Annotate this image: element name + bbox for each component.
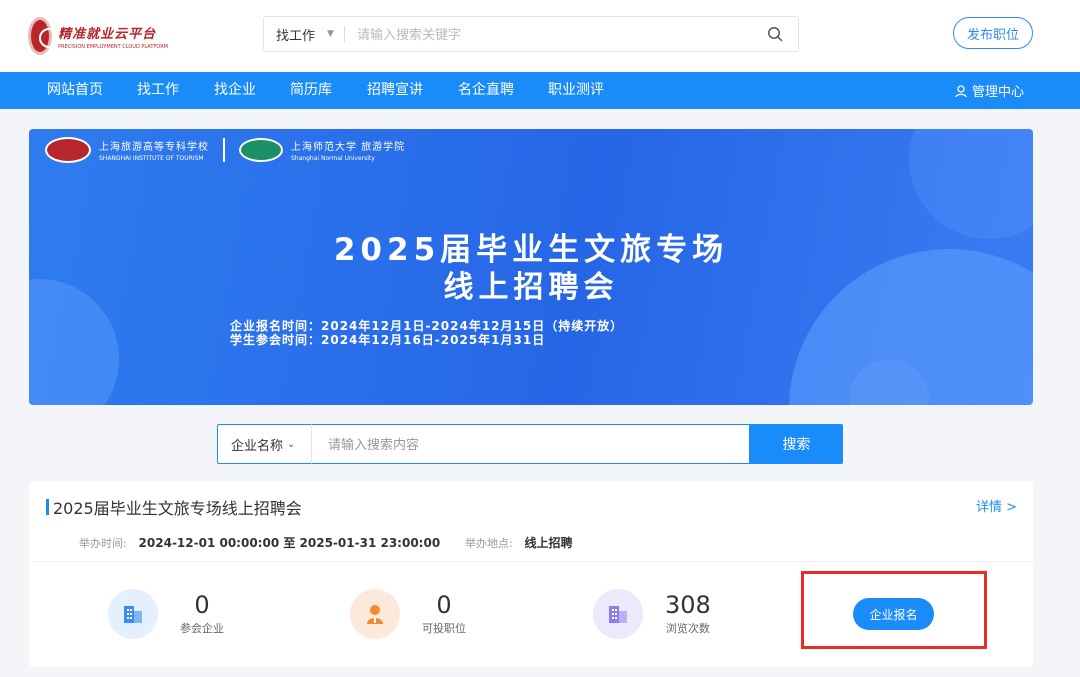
site-logo[interactable]: 精准就业云平台 PRECISION EMPLOYMENT CLOUD PLATF…	[28, 14, 168, 58]
school2-en-name: Shanghai Normal University	[291, 155, 375, 162]
company-search-button[interactable]: 搜索	[750, 424, 843, 464]
caret-down-icon: ▼	[327, 29, 334, 39]
admin-center-label: 管理中心	[971, 85, 1024, 100]
logo-seal-icon	[28, 17, 60, 55]
banner-school-logos: 上海旅游高等专科学校 SHANGHAI INSTITUTE OF TOURISM…	[45, 137, 405, 163]
fair-detail-link[interactable]: 详情 >	[976, 496, 1017, 515]
school1-en-name: SHANGHAI INSTITUTE OF TOURISM	[99, 155, 204, 162]
nav-item-famous-companies[interactable]: 名企直聘	[458, 72, 514, 109]
banner-title-line2: 线上招聘会	[443, 270, 619, 305]
fair-place-label: 举办地点:	[465, 537, 513, 550]
divider	[29, 561, 1033, 562]
nav-item-resume-library[interactable]: 简历库	[290, 72, 332, 109]
school2-seal-icon	[239, 138, 283, 162]
school2-name: 上海师范大学 旅游学院	[291, 142, 406, 153]
stat-positions: 0 可投职位	[350, 589, 466, 639]
stat-companies: 0 参会企业	[108, 589, 224, 639]
school1-name: 上海旅游高等专科学校	[99, 142, 209, 153]
fair-time: 举办时间: 2024-12-01 00:00:00 至 2025-01-31 2…	[79, 534, 440, 551]
stat-views-value: 308	[665, 591, 711, 619]
search-field-select[interactable]: 企业名称 ⌄	[217, 424, 311, 464]
search-button[interactable]	[752, 17, 798, 51]
header-search-input[interactable]	[345, 26, 752, 42]
job-fair-card: 2025届毕业生文旅专场线上招聘会 详情 > 举办时间: 2024-12-01 …	[29, 481, 1033, 667]
fair-time-value: 2024-12-01 00:00:00 至 2025-01-31 23:00:0…	[138, 536, 441, 550]
logo-title: 精准就业云平台	[58, 26, 157, 42]
stat-companies-label: 参会企业	[180, 622, 224, 635]
school1-seal-icon	[45, 137, 91, 163]
building-icon	[593, 589, 643, 639]
banner-dates: 企业报名时间：2024年12月1日-2024年12月15日（持续开放） 学生参会…	[230, 319, 623, 347]
banner-date-line1: 企业报名时间：2024年12月1日-2024年12月15日（持续开放）	[230, 319, 624, 333]
nav-item-home[interactable]: 网站首页	[47, 72, 103, 109]
nav-item-career-test[interactable]: 职业测评	[548, 72, 604, 109]
hero-banner[interactable]: 上海旅游高等专科学校 SHANGHAI INSTITUTE OF TOURISM…	[29, 129, 1033, 405]
nav-item-find-job[interactable]: 找工作	[137, 72, 179, 109]
stat-views: 308 浏览次数	[593, 589, 711, 639]
company-search-input[interactable]	[311, 424, 750, 464]
main-nav: 网站首页 找工作 找企业 简历库 招聘宣讲 名企直聘 职业测评 管理中心	[0, 72, 1080, 109]
title-accent-bar	[46, 499, 49, 515]
search-type-label: 找工作	[276, 28, 316, 44]
search-type-select[interactable]: 找工作 ▼	[264, 25, 344, 44]
search-field-label: 企业名称	[231, 438, 284, 454]
nav-item-recruit-talk[interactable]: 招聘宣讲	[367, 72, 423, 109]
fair-title[interactable]: 2025届毕业生文旅专场线上招聘会	[53, 495, 302, 519]
nav-item-find-company[interactable]: 找企业	[214, 72, 256, 109]
fair-place: 举办地点: 线上招聘	[465, 534, 573, 551]
admin-center-link[interactable]: 管理中心	[954, 72, 1024, 109]
building-icon	[108, 589, 158, 639]
stat-companies-value: 0	[194, 591, 210, 619]
site-header: 精准就业云平台 PRECISION EMPLOYMENT CLOUD PLATF…	[0, 0, 1080, 72]
logo-subtitle: PRECISION EMPLOYMENT CLOUD PLATFORM	[58, 43, 168, 50]
decor-circle	[909, 129, 1033, 239]
chevron-down-icon: ⌄	[287, 438, 296, 450]
post-job-button[interactable]: 发布职位	[953, 17, 1033, 49]
stat-views-label: 浏览次数	[665, 622, 710, 635]
stat-positions-label: 可投职位	[422, 622, 466, 635]
stat-positions-value: 0	[436, 591, 452, 619]
banner-date-line2: 学生参会时间：2024年12月16日-2025年1月31日	[230, 333, 546, 347]
company-enroll-button[interactable]: 企业报名	[853, 598, 934, 630]
admin-icon	[955, 84, 967, 97]
person-icon	[350, 589, 400, 639]
fair-time-label: 举办时间:	[79, 537, 127, 550]
header-search-bar: 找工作 ▼	[263, 16, 799, 52]
fair-place-value: 线上招聘	[524, 536, 573, 550]
search-icon	[768, 27, 783, 42]
company-search-bar: 企业名称 ⌄ 搜索	[217, 424, 843, 464]
divider	[223, 138, 225, 162]
